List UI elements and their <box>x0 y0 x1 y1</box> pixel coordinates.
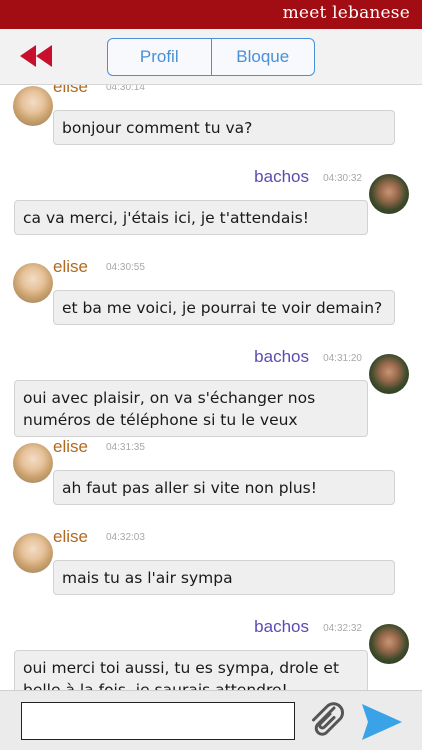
message-bubble: bonjour comment tu va? <box>53 110 395 145</box>
message-time: 04:32:03 <box>106 532 145 543</box>
message-time: 04:31:20 <box>323 353 362 364</box>
tab-bloque[interactable]: Bloque <box>210 39 315 75</box>
app-brand-title: meet lebanese <box>282 3 410 23</box>
attach-button[interactable] <box>306 700 350 742</box>
message-bubble: ah faut pas aller si vite non plus! <box>53 470 395 505</box>
message-bubble: ca va merci, j'étais ici, je t'attendais… <box>14 200 368 235</box>
message-bubble: mais tu as l'air sympa <box>53 560 395 595</box>
message-bubble: oui avec plaisir, on va s'échanger nos n… <box>14 380 368 437</box>
bachos-avatar[interactable] <box>369 624 409 664</box>
back-button[interactable] <box>18 43 58 69</box>
send-arrow-icon <box>362 704 402 740</box>
message-bubble: oui merci toi aussi, tu es sympa, drole … <box>14 650 368 690</box>
sender-name: elise <box>53 85 88 96</box>
sender-name: bachos <box>254 347 309 366</box>
sender-name: bachos <box>254 167 309 186</box>
sender-name: elise <box>53 527 88 546</box>
elise-avatar[interactable] <box>13 86 53 126</box>
tab-profil[interactable]: Profil <box>108 39 211 75</box>
double-chevron-left-icon <box>20 45 52 67</box>
sender-name: elise <box>53 437 88 456</box>
elise-avatar[interactable] <box>13 443 53 483</box>
message-time: 04:30:14 <box>106 85 145 93</box>
elise-avatar[interactable] <box>13 533 53 573</box>
message-time: 04:31:35 <box>106 442 145 453</box>
message-time: 04:32:32 <box>323 623 362 634</box>
chat-scroll-area[interactable]: elise 04:30:14 bonjour comment tu va? ba… <box>0 85 422 690</box>
sender-name: bachos <box>254 617 309 636</box>
message-input[interactable] <box>21 702 295 740</box>
message-bubble: et ba me voici, je pourrai te voir demai… <box>53 290 395 325</box>
bachos-avatar[interactable] <box>369 354 409 394</box>
nav-bar: Profil Bloque <box>0 29 422 85</box>
elise-avatar[interactable] <box>13 263 53 303</box>
message-composer <box>0 690 422 750</box>
sender-name: elise <box>53 257 88 276</box>
send-button[interactable] <box>360 702 404 742</box>
paperclip-icon <box>312 702 345 736</box>
message-time: 04:30:32 <box>323 173 362 184</box>
bachos-avatar[interactable] <box>369 174 409 214</box>
profile-block-segmented-control: Profil Bloque <box>107 38 315 76</box>
brand-bar: meet lebanese <box>0 0 422 29</box>
message-time: 04:30:55 <box>106 262 145 273</box>
